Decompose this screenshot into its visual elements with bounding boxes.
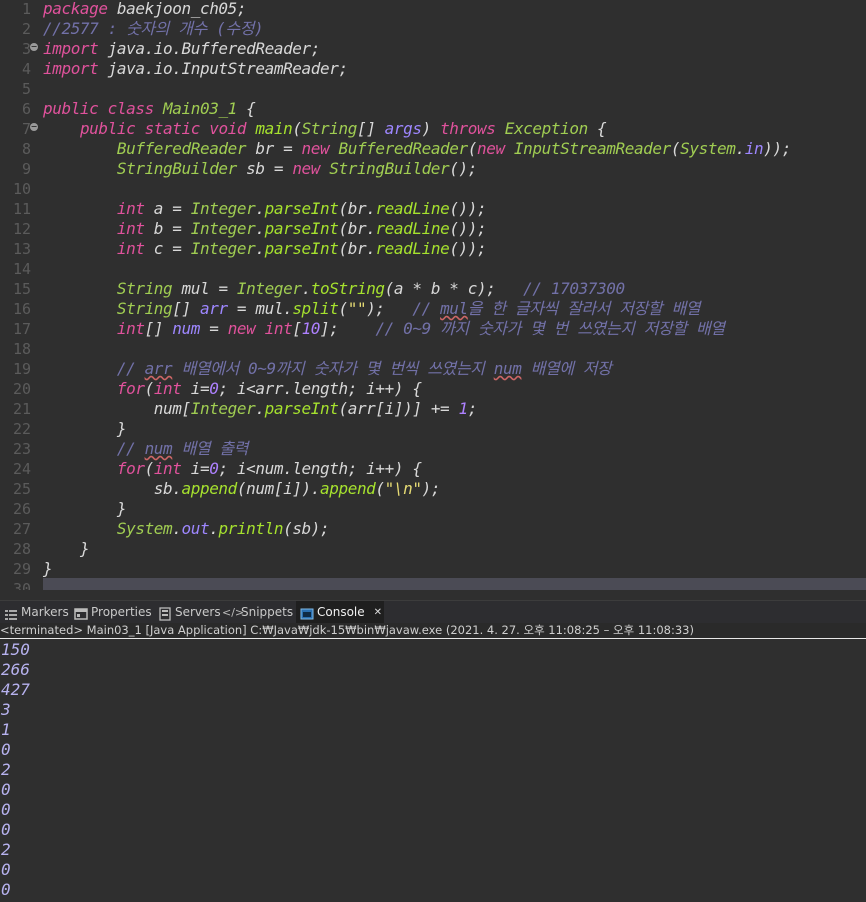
line-number: 14 [12, 260, 31, 278]
line-number: 2 [21, 20, 31, 38]
panel-tab-bar: Markers Properties Servers </> Snippets … [0, 600, 866, 624]
line-number: 13 [12, 240, 31, 258]
markers-icon [4, 606, 18, 620]
horizontal-scrollbar[interactable] [0, 590, 866, 600]
line-number: 5 [21, 80, 31, 98]
code-line-12: int b = Integer.parseInt(br.readLine()); [116, 219, 487, 238]
line-number: 22 [12, 420, 31, 438]
code-line-4: import java.io.InputStreamReader; [43, 59, 348, 78]
line-number-gutter: 1 2 3 4 5 6 7 8 9 10 11 12 13 14 15 16 17 18 19 20 21 22 23 24 2… [0, 0, 34, 600]
line-number: 17 [12, 320, 31, 338]
console-line: 2 [1, 840, 11, 859]
code-editor[interactable]: 1 2 3 4 5 6 7 8 9 10 11 12 13 14 15 16 17 18 19 20 21 22 23 24 2… [0, 0, 866, 600]
tab-servers[interactable]: Servers [154, 601, 225, 624]
console-output[interactable]: 150 266 427 3 1 0 2 0 0 0 2 0 0 [0, 639, 866, 902]
line-number: 9 [21, 160, 31, 178]
code-line-24: for(int i=0; i<num.length; i++) { [116, 459, 422, 478]
tab-label: Snippets [241, 605, 294, 619]
code-line-13: int c = Integer.parseInt(br.readLine()); [116, 239, 487, 258]
console-line: 0 [1, 780, 11, 799]
code-line-25: sb.append(num[i]).append("\n"); [153, 479, 441, 498]
line-number: 12 [12, 220, 31, 238]
code-line-2: //2577 : 숫자의 개수 (수정) [43, 19, 264, 38]
console-icon [300, 606, 314, 620]
line-number: 6 [21, 100, 31, 118]
code-line-9: StringBuilder sb = new StringBuilder(); [116, 159, 478, 178]
line-number: 18 [12, 340, 31, 358]
console-line: 150 [1, 640, 30, 659]
console-line: 0 [1, 860, 11, 879]
console-line: 1 [1, 720, 11, 739]
console-line: 266 [1, 660, 30, 679]
console-line: 3 [1, 700, 11, 719]
fold-marker-icon[interactable]: − [30, 123, 38, 131]
code-line-17: int[] num = new int[10]; // 0~9 까지 숫자가 몇… [116, 319, 725, 338]
code-line-23: // num 배열 출력 [116, 439, 249, 458]
console-status-line: <terminated> Main03_1 [Java Application]… [0, 623, 866, 639]
line-number: 20 [12, 380, 31, 398]
code-line-21: num[Integer.parseInt(arr[i])] += 1; [153, 399, 478, 418]
line-number: 8 [21, 140, 31, 158]
line-number: 26 [12, 500, 31, 518]
code-line-29: } [43, 559, 53, 578]
console-line: 0 [1, 800, 11, 819]
line-number: 23 [12, 440, 31, 458]
code-line-27: System.out.println(sb); [116, 519, 330, 538]
code-line-1: package baekjoon_ch05; [43, 0, 247, 18]
close-icon[interactable]: ✕ [374, 601, 382, 624]
line-number: 27 [12, 520, 31, 538]
line-number: 24 [12, 460, 31, 478]
fold-marker-icon[interactable]: − [30, 43, 38, 51]
line-number: 11 [12, 200, 31, 218]
line-number: 4 [21, 60, 31, 78]
tab-snippets[interactable]: </> Snippets [218, 601, 297, 624]
code-line-11: int a = Integer.parseInt(br.readLine()); [116, 199, 487, 218]
code-line-22: } [116, 419, 127, 438]
line-number: 28 [12, 540, 31, 558]
line-number: 25 [12, 480, 31, 498]
code-line-8: BufferedReader br = new BufferedReader(n… [116, 139, 791, 158]
tab-console[interactable]: Console ✕ [296, 601, 384, 624]
console-line: 2 [1, 760, 11, 779]
tab-properties[interactable]: Properties [70, 601, 156, 624]
line-number: 15 [12, 280, 31, 298]
code-line-19: // arr 배열에서 0~9까지 숫자가 몇 번씩 쓰였는지 num 배열에 … [116, 359, 612, 378]
line-number: 29 [12, 560, 31, 578]
tab-label: Console [317, 605, 365, 619]
code-line-3: import java.io.BufferedReader; [43, 39, 320, 58]
code-line-20: for(int i=0; i<arr.length; i++) { [116, 379, 422, 398]
code-line-26: } [116, 499, 127, 518]
properties-icon [74, 606, 88, 620]
snippets-icon: </> [222, 605, 245, 619]
console-line: 0 [1, 880, 11, 899]
line-number: 1 [21, 0, 31, 18]
line-number: 16 [12, 300, 31, 318]
console-line: 0 [1, 740, 11, 759]
console-line: 0 [1, 820, 11, 839]
line-number: 3 [21, 40, 31, 58]
tab-label: Markers [21, 605, 69, 619]
code-line-28: } [79, 539, 90, 558]
line-number: 7 [21, 120, 31, 138]
code-line-16: String[] arr = mul.split(""); // mul을 한 … [116, 299, 701, 318]
tab-markers[interactable]: Markers [0, 601, 73, 624]
code-line-7: public static void main(String[] args) t… [79, 119, 607, 138]
console-line: 427 [1, 680, 30, 699]
tab-label: Servers [175, 605, 221, 619]
tab-label: Properties [91, 605, 152, 619]
line-number: 19 [12, 360, 31, 378]
line-number: 21 [12, 400, 31, 418]
current-line-highlight [43, 578, 866, 590]
code-line-15: String mul = Integer.toString(a * b * c)… [116, 279, 625, 298]
servers-icon [158, 606, 172, 621]
line-number: 10 [12, 180, 31, 198]
code-line-6: public class Main03_1 { [43, 99, 256, 118]
